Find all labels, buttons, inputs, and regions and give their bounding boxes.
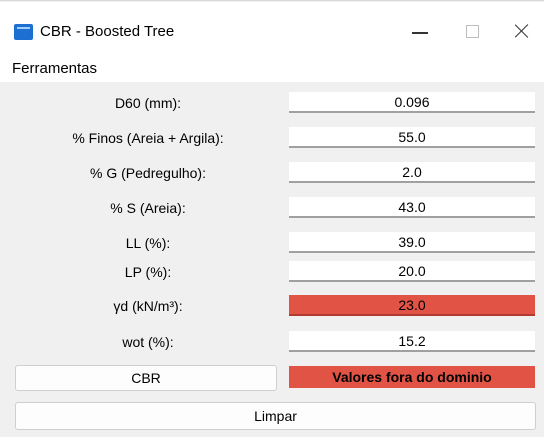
minimize-icon	[412, 32, 428, 34]
menu-bar: Ferramentas	[0, 54, 544, 82]
close-button[interactable]	[502, 14, 542, 48]
gamma-d-input[interactable]: 23.0	[289, 295, 535, 316]
wot-input[interactable]: 15.2	[289, 331, 535, 352]
menu-item-ferramentas[interactable]: Ferramentas	[12, 60, 97, 78]
pedregulho-input[interactable]: 2.0	[289, 162, 535, 183]
gamma-d-label: γd (kN/m³):	[113, 298, 183, 314]
ll-input[interactable]: 39.0	[289, 232, 535, 253]
finos-input[interactable]: 55.0	[289, 127, 535, 148]
wot-label: wot (%):	[122, 334, 174, 350]
close-icon	[515, 24, 529, 38]
window-title: CBR - Boosted Tree	[40, 23, 175, 40]
finos-label: % Finos (Areia + Argila):	[72, 130, 224, 146]
maximize-icon	[465, 24, 479, 38]
d60-label: D60 (mm):	[114, 95, 182, 111]
minimize-button[interactable]	[400, 14, 440, 48]
lp-input[interactable]: 20.0	[289, 261, 535, 282]
clear-button[interactable]: Limpar	[15, 402, 536, 430]
cbr-button[interactable]: CBR	[15, 365, 277, 391]
app-logo-icon	[14, 24, 33, 40]
result-status: Valores fora do dominio	[289, 366, 535, 388]
app-window: CBR - Boosted Tree Ferramentas D60 (mm):…	[0, 0, 544, 437]
ll-label: LL (%):	[125, 235, 171, 251]
lp-label: LP (%):	[124, 264, 172, 280]
pedregulho-label: % G (Pedregulho):	[90, 165, 206, 181]
title-bar: CBR - Boosted Tree	[0, 2, 544, 54]
areia-label: % S (Areia):	[110, 200, 186, 216]
d60-input[interactable]: 0.096	[289, 92, 535, 113]
areia-input[interactable]: 43.0	[289, 197, 535, 218]
maximize-button[interactable]	[452, 14, 492, 48]
